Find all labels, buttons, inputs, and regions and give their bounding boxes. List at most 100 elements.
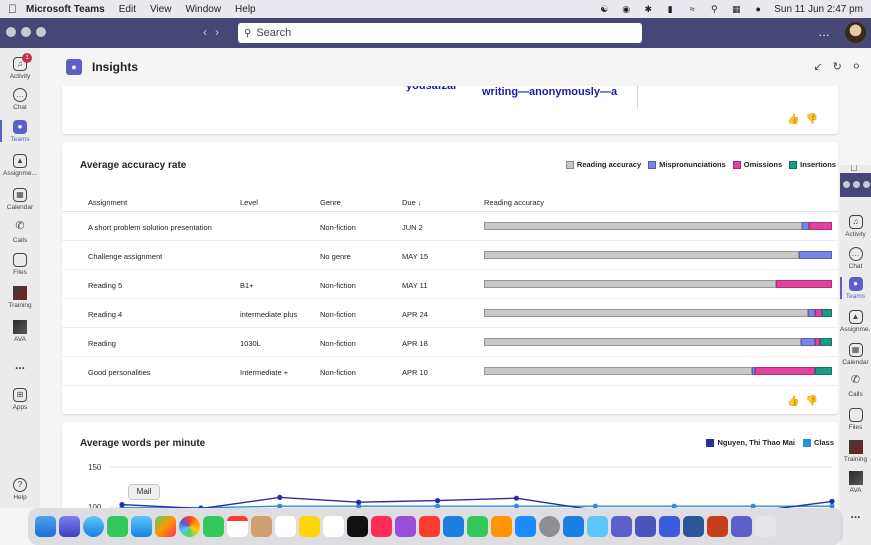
music-icon[interactable] (370, 516, 392, 537)
control-center-icon[interactable]: ▦ (730, 4, 742, 14)
preview-icon[interactable] (586, 516, 608, 537)
rail-item-calendar[interactable]: ▦ Calendar (840, 343, 871, 366)
menu-help[interactable]: Help (235, 4, 256, 15)
column-header-genre[interactable]: Genre (320, 198, 341, 207)
rail-item-ava[interactable]: AVA (0, 320, 40, 343)
accuracy-bar[interactable] (484, 338, 832, 346)
bluetooth-icon[interactable]: ✱ (642, 4, 654, 14)
rail-item-activity[interactable]: ♫ Activity (840, 215, 871, 238)
finder-icon[interactable] (34, 516, 56, 537)
rail-item-teams[interactable]: ● Teams (840, 277, 871, 300)
avatar[interactable] (845, 22, 866, 43)
data-point[interactable] (829, 498, 835, 504)
reminders-icon[interactable] (274, 516, 296, 537)
rail-item-calendar[interactable]: ▦ Calendar (0, 188, 40, 211)
thumbs-down-icon[interactable]: 👎 (806, 114, 824, 125)
minimize-window-button[interactable] (853, 181, 860, 188)
powerpoint-icon[interactable] (706, 516, 728, 537)
keynote-icon[interactable] (442, 516, 464, 537)
menu-view[interactable]: View (150, 4, 172, 15)
column-header-level[interactable]: Level (240, 198, 258, 207)
teams-classroom-icon[interactable] (634, 516, 656, 537)
legend-item[interactable]: Mispronunciations (648, 160, 726, 169)
menu-edit[interactable]: Edit (119, 4, 136, 15)
rail-item-chat[interactable]: … Chat (840, 247, 871, 270)
photos-icon[interactable] (178, 516, 200, 537)
data-point[interactable] (277, 494, 283, 500)
menu-window[interactable]: Window (185, 4, 221, 15)
status-icon[interactable]: ◉ (620, 4, 632, 14)
maps-icon[interactable] (154, 516, 176, 537)
close-window-button[interactable] (6, 27, 16, 37)
column-header-due[interactable]: Due ↓ (402, 198, 422, 207)
globe-icon[interactable]: ⚪ (852, 60, 861, 73)
accuracy-bar[interactable] (484, 222, 832, 230)
back-arrow-icon[interactable]: ‹ (203, 25, 215, 39)
apple-logo-icon[interactable]:  (8, 2, 26, 16)
siri-icon[interactable]: ● (752, 4, 764, 14)
mail-icon[interactable] (130, 516, 152, 537)
rail-item-files[interactable]: Files (0, 253, 40, 276)
rail-item-teams[interactable]: ● Teams (0, 120, 40, 143)
rail-item-calls[interactable]: ✆ Calls (0, 221, 40, 245)
calendar-app-icon[interactable] (226, 516, 248, 537)
table-row[interactable]: Reading 4 intermediate plus Non-fiction APR… (62, 299, 838, 328)
spotlight-search-icon[interactable]: ⚲ (708, 4, 720, 14)
rail-item-more[interactable]: ... (840, 507, 871, 521)
table-row[interactable]: Reading 5 B1+ Non-fiction MAY 11 (62, 270, 838, 299)
word-icon[interactable] (682, 516, 704, 537)
legend-item[interactable]: Omissions (732, 160, 782, 169)
battery-icon[interactable]: ▮ (664, 4, 676, 14)
news-icon[interactable] (418, 516, 440, 537)
freeform-icon[interactable] (322, 516, 344, 537)
menu-datetime[interactable]: Sun 11 Jun 2:47 pm (774, 4, 863, 15)
table-row[interactable]: A short problem solution presentation Non… (62, 212, 838, 241)
safari-icon[interactable] (82, 516, 104, 537)
minimize-window-button[interactable] (21, 27, 31, 37)
rail-item-help[interactable]: ? Help (0, 478, 40, 501)
teams-icon-2[interactable] (730, 516, 752, 537)
rail-item-assignments[interactable]: ▲ Assignme... (0, 154, 40, 177)
thumbs-down-icon[interactable]: 👎 (806, 396, 824, 407)
table-row[interactable]: Good personalities Intermediate + Non-fict… (62, 357, 838, 386)
data-point[interactable] (434, 498, 441, 504)
collapse-icon[interactable]: ↙ (813, 60, 822, 73)
rail-item-training[interactable]: Training (840, 440, 871, 463)
table-row[interactable]: Challenge assignment No genre MAY 15 (62, 241, 838, 270)
apple-tv-icon[interactable] (346, 516, 368, 537)
rail-item-more[interactable]: ... (0, 358, 40, 372)
zoom-app-icon[interactable] (562, 516, 584, 537)
system-settings-icon[interactable] (538, 516, 560, 537)
zoom-window-button[interactable] (863, 181, 870, 188)
facetime-icon[interactable] (202, 516, 224, 537)
rail-item-chat[interactable]: … Chat (0, 88, 40, 111)
more-options-button[interactable]: … (818, 25, 830, 39)
column-header-assignment[interactable]: Assignment (88, 198, 127, 207)
data-point[interactable] (513, 495, 520, 501)
accuracy-bar[interactable] (484, 280, 832, 288)
legend-item[interactable]: Reading accuracy (565, 160, 641, 169)
column-header-reading-accuracy[interactable]: Reading accuracy (484, 198, 544, 207)
refresh-icon[interactable]: ↻ (833, 60, 842, 73)
accuracy-bar[interactable] (484, 251, 832, 259)
search-input[interactable]: ⚲ Search (238, 23, 642, 43)
legend-item[interactable]: Insertions (789, 160, 836, 169)
accuracy-bar[interactable] (484, 367, 832, 375)
app-store-icon[interactable] (514, 516, 536, 537)
rail-item-ava[interactable]: AVA (840, 471, 871, 494)
data-point[interactable] (119, 502, 125, 508)
launchpad-icon[interactable] (58, 516, 80, 537)
extension-icon[interactable]: ☯ (598, 4, 610, 14)
rail-item-training[interactable]: Training (0, 286, 40, 309)
screen-share-icon[interactable] (658, 516, 680, 537)
rail-item-activity[interactable]: ♫ 1 Activity (0, 53, 40, 80)
rail-item-files[interactable]: Files (840, 408, 871, 431)
thumbs-up-icon[interactable]: 👍 (787, 114, 805, 125)
thumbs-up-icon[interactable]: 👍 (787, 396, 805, 407)
table-row[interactable]: Reading 1030L Non-fiction APR 18 (62, 328, 838, 357)
data-point[interactable] (356, 499, 362, 505)
notes-icon[interactable] (298, 516, 320, 537)
contacts-icon[interactable] (250, 516, 272, 537)
messages-icon[interactable] (106, 516, 128, 537)
pages-icon[interactable] (490, 516, 512, 537)
